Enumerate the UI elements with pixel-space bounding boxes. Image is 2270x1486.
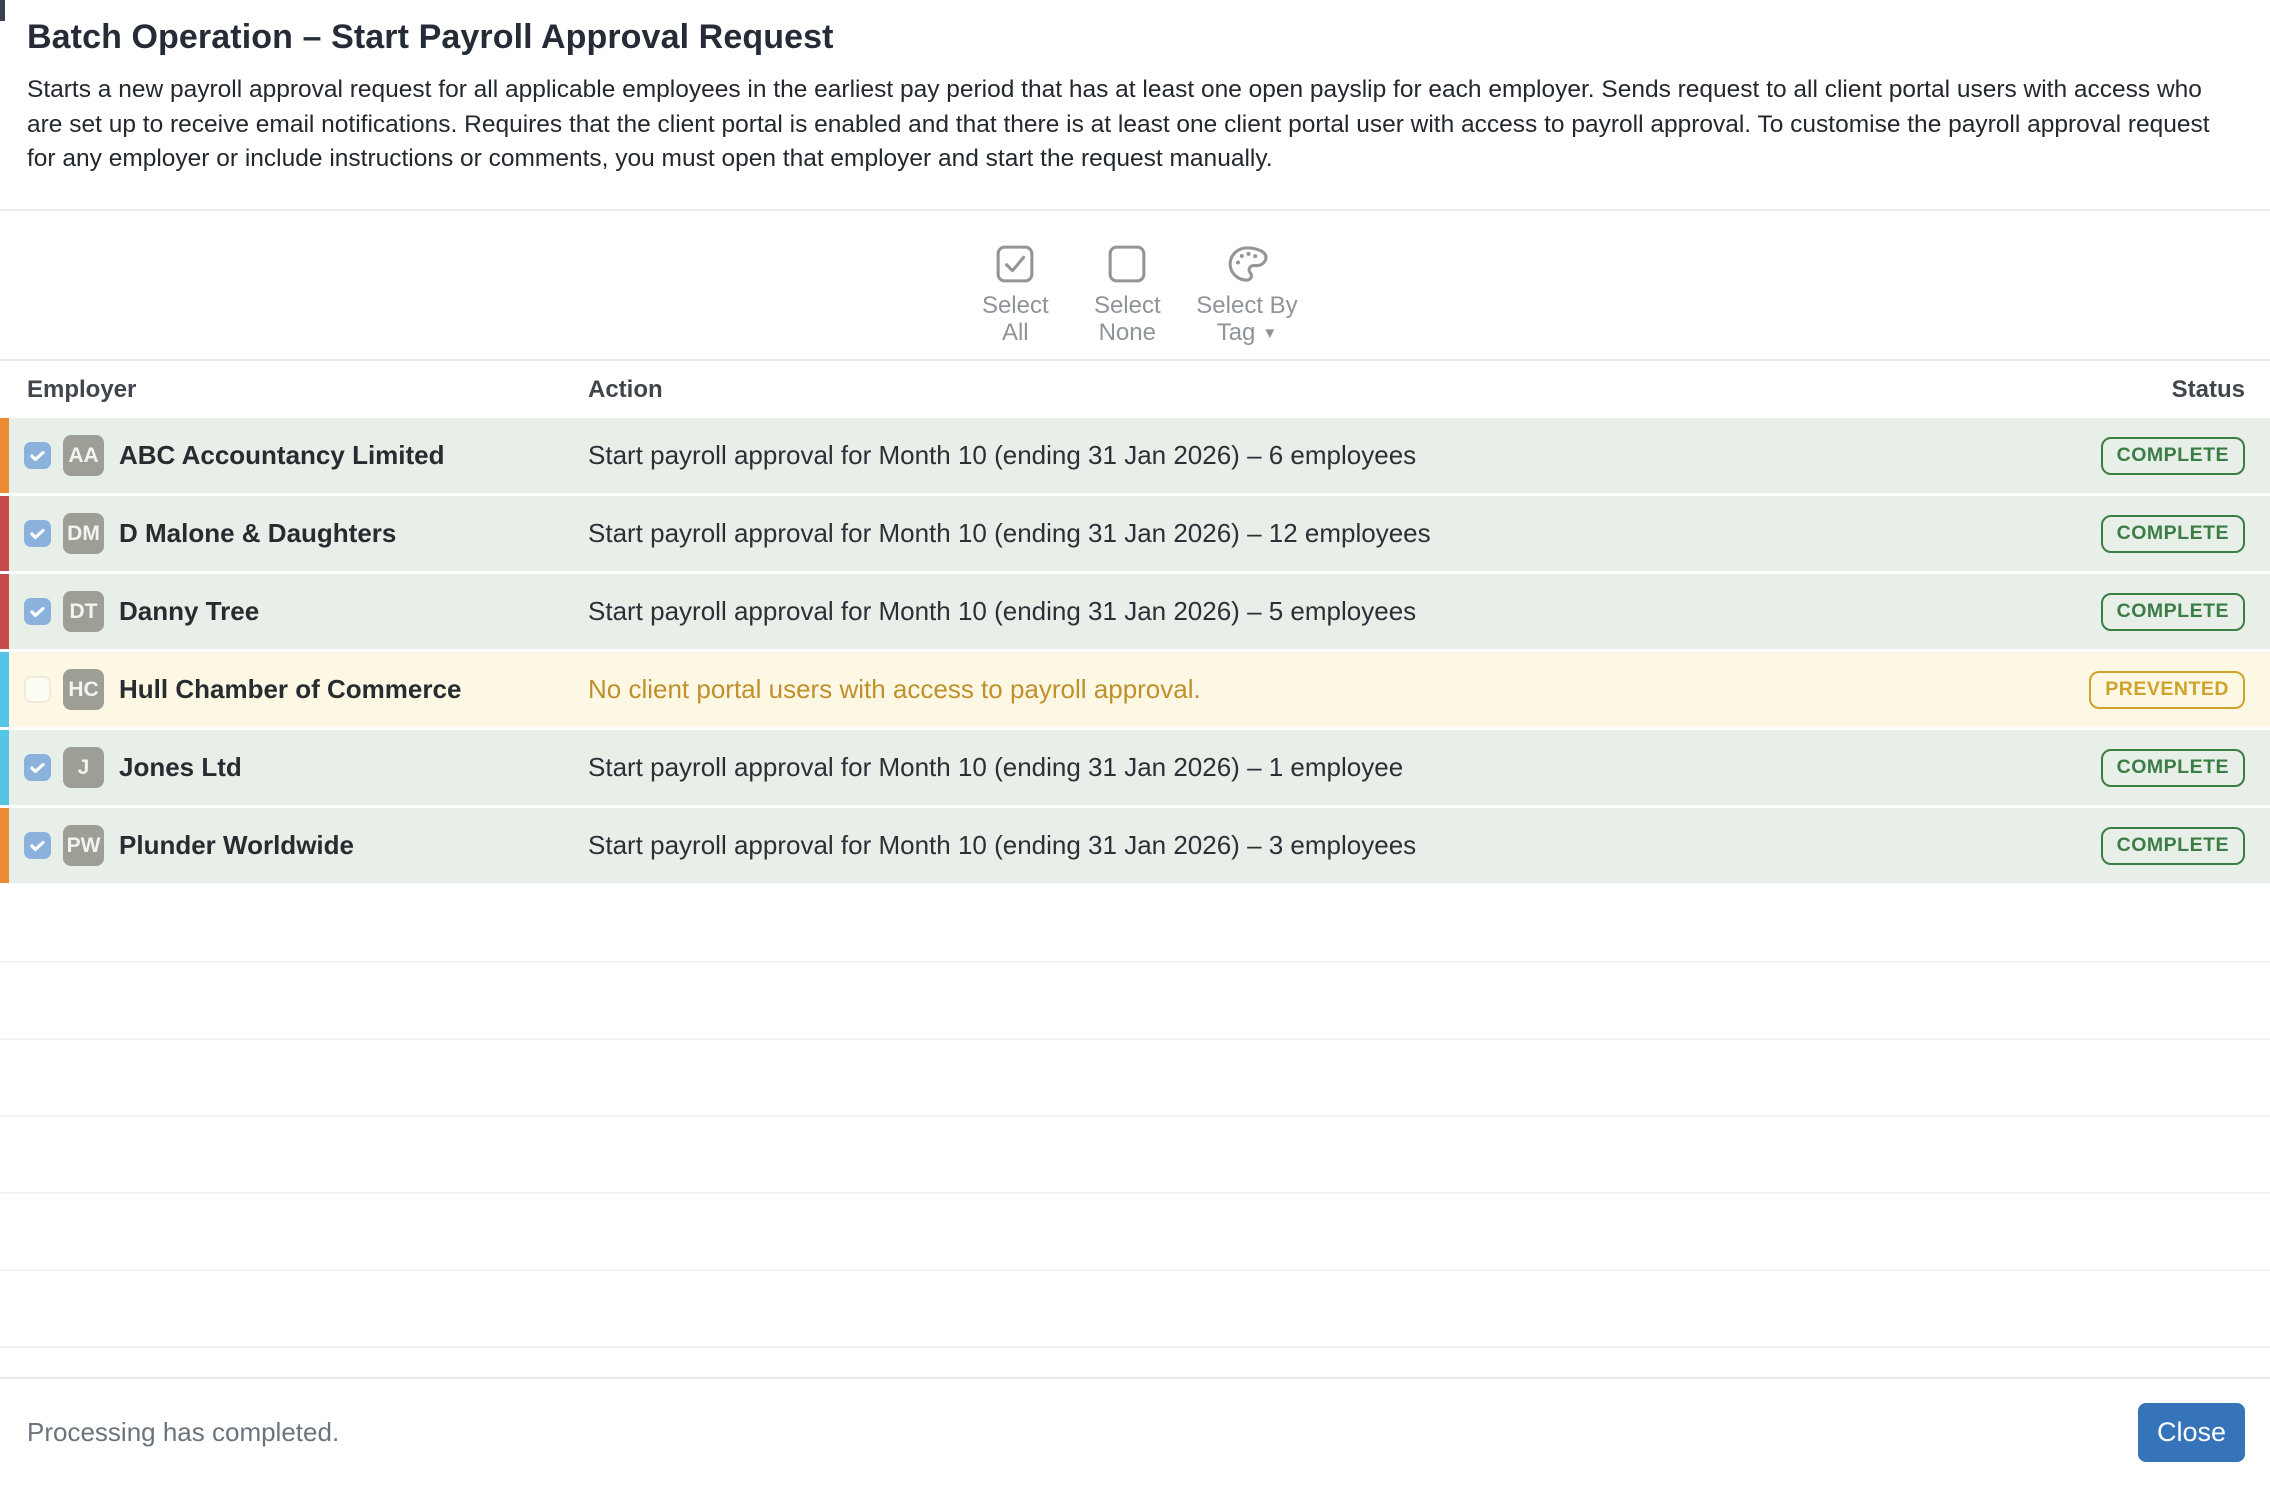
employer-avatar: J (63, 747, 104, 788)
action-text: Start payroll approval for Month 10 (end… (588, 518, 1431, 548)
select-all-button[interactable]: Select All (972, 241, 1058, 346)
column-header-status: Status (2171, 375, 2245, 403)
select-by-tag-button[interactable]: Select By Tag ▼ (1196, 241, 1298, 349)
status-badge: PREVENTED (2089, 670, 2245, 709)
action-text: Start payroll approval for Month 10 (end… (588, 596, 1417, 626)
select-by-tag-label: Select By Tag ▼ (1196, 292, 1298, 346)
table-header: Employer Action Status (0, 361, 2270, 418)
employer-avatar: DM (63, 513, 104, 554)
palette-icon (1224, 241, 1270, 287)
employer-name: D Malone & Daughters (119, 518, 397, 548)
page-title: Batch Operation – Start Payroll Approval… (27, 18, 834, 56)
chevron-down-icon: ▼ (1262, 325, 1278, 342)
tag-color-stripe (0, 652, 9, 727)
select-none-label: Select None (1093, 292, 1161, 346)
dialog-footer: Processing has completed. Close (0, 1377, 2270, 1486)
empty-row (0, 963, 2270, 1040)
employer-table-body: AA ABC Accountancy Limited Start payroll… (0, 418, 2270, 883)
employer-name: ABC Accountancy Limited (119, 440, 445, 470)
window-edge-artifact (0, 0, 5, 21)
employer-cell: J Jones Ltd (24, 747, 588, 788)
empty-row (0, 886, 2270, 963)
empty-row (0, 1271, 2270, 1348)
row-checkbox[interactable] (24, 754, 51, 781)
status-badge: COMPLETE (2100, 436, 2245, 475)
employer-cell: HC Hull Chamber of Commerce (24, 669, 588, 710)
status-badge: COMPLETE (2100, 514, 2245, 553)
employer-row: DM D Malone & Daughters Start payroll ap… (0, 496, 2270, 571)
tag-color-stripe (0, 808, 9, 883)
selection-toolbar: Select All Select None Select By Tag ▼ (0, 211, 2270, 361)
select-none-button[interactable]: Select None (1084, 241, 1170, 346)
empty-row (0, 1117, 2270, 1194)
empty-rows-area (0, 886, 2270, 1348)
employer-cell: AA ABC Accountancy Limited (24, 435, 588, 476)
employer-avatar: HC (63, 669, 104, 710)
employer-cell: DT Danny Tree (24, 591, 588, 632)
employer-row: HC Hull Chamber of Commerce No client po… (0, 652, 2270, 727)
batch-operation-dialog: Batch Operation – Start Payroll Approval… (0, 0, 2270, 1486)
close-button[interactable]: Close (2138, 1403, 2245, 1462)
action-text: Start payroll approval for Month 10 (end… (588, 440, 1417, 470)
row-checkbox[interactable] (24, 676, 51, 703)
status-badge: COMPLETE (2100, 748, 2245, 787)
employer-row: J Jones Ltd Start payroll approval for M… (0, 730, 2270, 805)
employer-row: AA ABC Accountancy Limited Start payroll… (0, 418, 2270, 493)
tag-color-stripe (0, 730, 9, 805)
row-checkbox[interactable] (24, 520, 51, 547)
page-description: Starts a new payroll approval request fo… (27, 76, 2210, 172)
tag-color-stripe (0, 418, 9, 493)
row-checkbox[interactable] (24, 598, 51, 625)
tag-color-stripe (0, 574, 9, 649)
checkbox-empty-icon (1104, 241, 1150, 287)
employer-avatar: DT (63, 591, 104, 632)
status-badge: COMPLETE (2100, 592, 2245, 631)
column-header-action: Action (588, 375, 663, 403)
employer-row: PW Plunder Worldwide Start payroll appro… (0, 808, 2270, 883)
action-text: Start payroll approval for Month 10 (end… (588, 830, 1417, 860)
action-text: Start payroll approval for Month 10 (end… (588, 752, 1404, 782)
employer-cell: DM D Malone & Daughters (24, 513, 588, 554)
empty-row (0, 1040, 2270, 1117)
row-checkbox[interactable] (24, 832, 51, 859)
row-checkbox[interactable] (24, 442, 51, 469)
select-all-label: Select All (981, 292, 1049, 346)
processing-status-text: Processing has completed. (27, 1417, 340, 1447)
checkbox-checked-icon (992, 241, 1038, 287)
intro-section: Batch Operation – Start Payroll Approval… (0, 0, 2270, 211)
employer-name: Jones Ltd (119, 752, 242, 782)
status-badge: COMPLETE (2100, 826, 2245, 865)
employer-row: DT Danny Tree Start payroll approval for… (0, 574, 2270, 649)
column-header-employer: Employer (27, 375, 137, 403)
employer-avatar: PW (63, 825, 104, 866)
action-text: No client portal users with access to pa… (588, 674, 1201, 704)
employer-name: Hull Chamber of Commerce (119, 674, 462, 704)
empty-row (0, 1194, 2270, 1271)
tag-color-stripe (0, 496, 9, 571)
employer-name: Plunder Worldwide (119, 830, 354, 860)
employer-avatar: AA (63, 435, 104, 476)
employer-name: Danny Tree (119, 596, 260, 626)
employer-cell: PW Plunder Worldwide (24, 825, 588, 866)
